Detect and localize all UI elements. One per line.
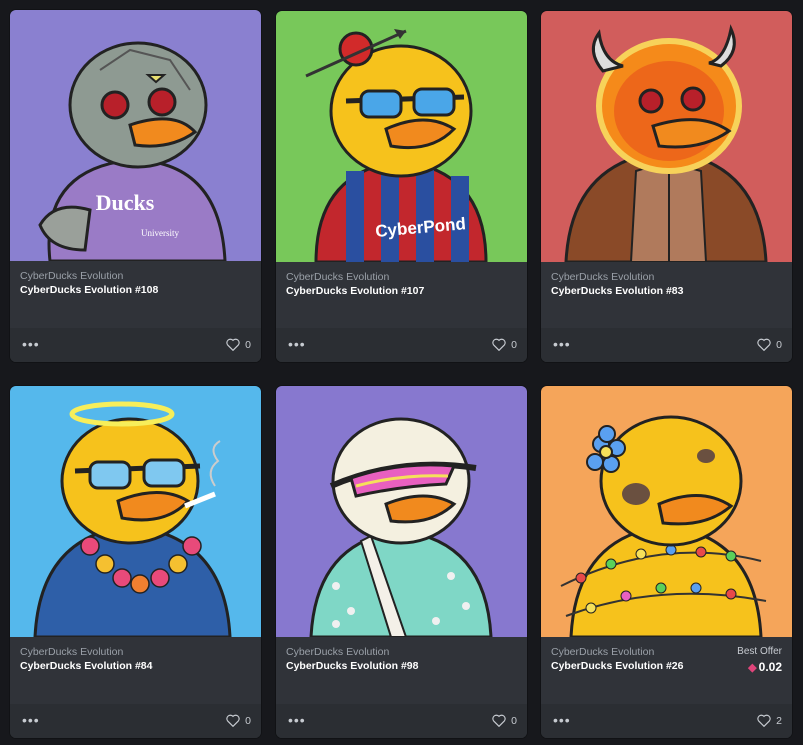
- nft-artwork: Ducks University: [10, 10, 261, 261]
- like-count: 2: [776, 714, 782, 727]
- more-dots-icon[interactable]: •••: [288, 336, 306, 352]
- like-button[interactable]: 2: [757, 714, 782, 727]
- nft-card[interactable]: CyberDucks Evolution CyberDucks Evolutio…: [10, 386, 261, 738]
- heart-icon: [226, 338, 240, 351]
- nft-artwork: [541, 386, 792, 637]
- item-name[interactable]: CyberDucks Evolution #98: [286, 659, 486, 673]
- nft-image[interactable]: [541, 386, 792, 637]
- nft-card[interactable]: CyberDucks Evolution CyberDucks Evolutio…: [276, 386, 527, 738]
- more-dots-icon[interactable]: •••: [553, 712, 571, 728]
- eth-icon: ◆: [748, 662, 757, 674]
- card-footer: ••• 0: [541, 328, 792, 362]
- card-footer: ••• 0: [276, 704, 527, 738]
- collection-name[interactable]: CyberDucks Evolution: [20, 269, 251, 283]
- collection-name[interactable]: CyberDucks Evolution: [286, 270, 517, 284]
- nft-card[interactable]: Ducks University CyberDucks Evolution Cy…: [10, 10, 261, 362]
- collection-name[interactable]: CyberDucks Evolution: [551, 270, 782, 284]
- nft-image[interactable]: [10, 386, 261, 637]
- item-name[interactable]: CyberDucks Evolution #107: [286, 284, 436, 298]
- item-name[interactable]: CyberDucks Evolution #83: [551, 284, 701, 298]
- item-name[interactable]: CyberDucks Evolution #84: [20, 659, 220, 673]
- more-dots-icon[interactable]: •••: [22, 712, 40, 728]
- card-info: CyberDucks Evolution CyberDucks Evolutio…: [20, 269, 251, 297]
- nft-card[interactable]: CyberPond CyberDucks Evolution CyberDuck…: [276, 11, 527, 362]
- like-count: 0: [245, 338, 251, 351]
- like-button[interactable]: 0: [492, 338, 517, 351]
- heart-icon: [757, 714, 771, 727]
- hoodie-subtext: University: [141, 228, 179, 238]
- item-name[interactable]: CyberDucks Evolution #26: [551, 659, 731, 673]
- card-footer: ••• 0: [276, 328, 527, 362]
- more-dots-icon[interactable]: •••: [553, 336, 571, 352]
- more-dots-icon[interactable]: •••: [22, 336, 40, 352]
- card-info: CyberDucks Evolution CyberDucks Evolutio…: [551, 270, 782, 298]
- card-footer: ••• 2: [541, 704, 792, 738]
- hoodie-text: Ducks: [96, 190, 155, 215]
- heart-icon: [492, 338, 506, 351]
- best-offer-price: ◆ 0.02: [737, 659, 782, 676]
- nft-artwork: [276, 386, 527, 637]
- heart-icon: [226, 714, 240, 727]
- card-info: CyberDucks Evolution CyberDucks Evolutio…: [286, 270, 517, 298]
- card-footer: ••• 0: [10, 704, 261, 738]
- nft-artwork: [10, 386, 261, 637]
- nft-image[interactable]: [276, 386, 527, 637]
- nft-image[interactable]: Ducks University: [10, 10, 261, 261]
- like-button[interactable]: 0: [492, 714, 517, 727]
- like-button[interactable]: 0: [226, 338, 251, 351]
- like-button[interactable]: 0: [226, 714, 251, 727]
- card-info: CyberDucks Evolution CyberDucks Evolutio…: [286, 645, 517, 673]
- nft-artwork: CyberPond: [276, 11, 527, 262]
- heart-icon: [757, 338, 771, 351]
- nft-card[interactable]: CyberDucks Evolution CyberDucks Evolutio…: [541, 386, 792, 738]
- more-dots-icon[interactable]: •••: [288, 712, 306, 728]
- like-count: 0: [511, 714, 517, 727]
- nft-card[interactable]: CyberDucks Evolution CyberDucks Evolutio…: [541, 11, 792, 362]
- like-count: 0: [511, 338, 517, 351]
- nft-image[interactable]: CyberPond: [276, 11, 527, 262]
- nft-image[interactable]: [541, 11, 792, 262]
- nft-artwork: [541, 11, 792, 262]
- best-offer: Best Offer ◆ 0.02: [737, 645, 782, 676]
- best-offer-label: Best Offer: [737, 646, 782, 657]
- card-info: CyberDucks Evolution CyberDucks Evolutio…: [20, 645, 251, 673]
- like-count: 0: [245, 714, 251, 727]
- nft-grid: Ducks University CyberDucks Evolution Cy…: [0, 0, 803, 745]
- heart-icon: [492, 714, 506, 727]
- item-name[interactable]: CyberDucks Evolution #108: [20, 283, 170, 297]
- collection-name[interactable]: CyberDucks Evolution: [20, 645, 251, 659]
- like-count: 0: [776, 338, 782, 351]
- card-info: CyberDucks Evolution CyberDucks Evolutio…: [551, 645, 782, 676]
- like-button[interactable]: 0: [757, 338, 782, 351]
- card-footer: ••• 0: [10, 328, 261, 362]
- collection-name[interactable]: CyberDucks Evolution: [286, 645, 517, 659]
- price-value: 0.02: [758, 660, 782, 674]
